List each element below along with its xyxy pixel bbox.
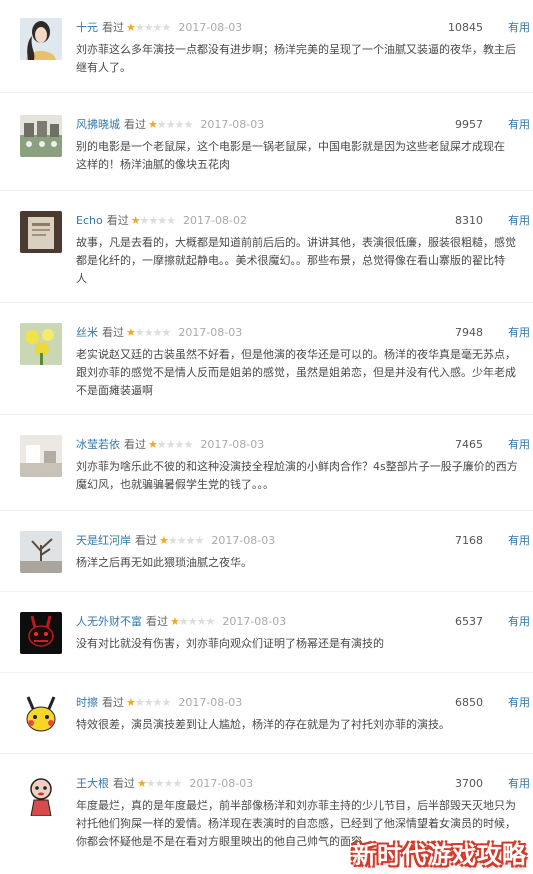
- divider: [0, 510, 533, 511]
- watched-label: 看过: [146, 615, 168, 628]
- avatar-portrait-icon: [20, 18, 62, 60]
- review-date: 2017-08-03: [222, 615, 287, 628]
- review-text: 故事，凡是去看的，大概都是知道前前后后的。讲讲其他，表演很低廉，服装很粗糙，感觉…: [76, 236, 516, 285]
- review-text: 杨洋之后再无如此猥琐油腻之夜华。: [76, 556, 252, 569]
- vote-count: 7465: [455, 438, 483, 451]
- avatar-pikachu-icon: [20, 693, 62, 735]
- vote-count: 6537: [455, 615, 483, 628]
- useful-button[interactable]: 有用: [508, 213, 530, 229]
- rating-stars: ★★★★★: [137, 777, 182, 790]
- avatar-flowers-icon: [20, 323, 62, 365]
- useful-button[interactable]: 有用: [508, 437, 530, 453]
- username-link[interactable]: 王大根: [76, 777, 109, 790]
- divider: [0, 753, 533, 754]
- review-date: 2017-08-03: [200, 118, 265, 131]
- useful-button[interactable]: 有用: [508, 117, 530, 133]
- username-link[interactable]: Echo: [76, 214, 103, 227]
- avatar[interactable]: [20, 211, 62, 253]
- rating-stars: ★★★★★: [148, 118, 193, 131]
- review-meta: 丝米 看过 ★★★★★ 2017-08-03 7948 有用: [76, 325, 533, 341]
- watched-label: 看过: [135, 534, 157, 547]
- watched-label: 看过: [124, 118, 146, 131]
- vote-count: 7948: [455, 326, 483, 339]
- divider: [0, 302, 533, 303]
- username-link[interactable]: 丝米: [76, 326, 98, 339]
- review-meta: Echo 看过 ★★★★★ 2017-08-02 8310 有用: [76, 213, 533, 229]
- review-meta: 十元 看过 ★★★★★ 2017-08-03 10845 有用: [76, 20, 533, 36]
- username-link[interactable]: 天是红河岸: [76, 534, 131, 547]
- review-date: 2017-08-03: [178, 21, 243, 34]
- review-meta: 天是红河岸 看过 ★★★★★ 2017-08-03 7168 有用: [76, 533, 533, 549]
- avatar[interactable]: [20, 435, 62, 477]
- avatar-tree-icon: [20, 531, 62, 573]
- avatar-book-icon: [20, 211, 62, 253]
- avatar[interactable]: [20, 115, 62, 157]
- username-link[interactable]: 人无外财不富: [76, 615, 142, 628]
- avatar[interactable]: [20, 612, 62, 654]
- review-meta: 王大根 看过 ★★★★★ 2017-08-03 3700 有用: [76, 776, 533, 792]
- review-text: 刘亦菲这么多年演技一点都没有进步啊；杨洋完美的呈现了一个油腻又装逼的夜华，教主后…: [76, 43, 516, 74]
- watched-label: 看过: [102, 21, 124, 34]
- avatar[interactable]: [20, 531, 62, 573]
- vote-count: 7168: [455, 534, 483, 547]
- review-date: 2017-08-02: [183, 214, 247, 227]
- useful-button[interactable]: 有用: [508, 325, 530, 341]
- rating-stars: ★★★★★: [126, 696, 171, 709]
- rating-stars: ★★★★★: [130, 214, 176, 227]
- avatar[interactable]: [20, 774, 62, 816]
- review-meta: 时擦 看过 ★★★★★ 2017-08-03 6850 有用: [76, 695, 533, 711]
- rating-stars: ★★★★★: [148, 438, 193, 451]
- divider: [0, 190, 533, 191]
- review-date: 2017-08-03: [178, 696, 243, 709]
- avatar-street-icon: [20, 115, 62, 157]
- review-date: 2017-08-03: [200, 438, 265, 451]
- review-text: 特效很差，演员演技差到让人尴尬，杨洋的存在就是为了衬托刘亦菲的演技。: [76, 718, 450, 731]
- username-link[interactable]: 冰莹若依: [76, 438, 120, 451]
- review-meta: 人无外财不富 看过 ★★★★★ 2017-08-03 6537 有用: [76, 614, 533, 630]
- review-text: 别的电影是一个老鼠屎，这个电影是一锅老鼠屎，中国电影就是因为这些老鼠屎才成现在 …: [76, 140, 505, 171]
- watched-label: 看过: [102, 696, 124, 709]
- divider: [0, 672, 533, 673]
- review-text: 没有对比就没有伤害，刘亦菲向观众们证明了杨幂还是有演技的: [76, 637, 384, 650]
- vote-count: 6850: [455, 696, 483, 709]
- review-text: 刘亦菲为啥乐此不彼的和这种没演技全程尬演的小鲜肉合作？4s整部片子一股子廉价的西…: [76, 460, 518, 491]
- avatar[interactable]: [20, 693, 62, 735]
- useful-button[interactable]: 有用: [508, 533, 530, 549]
- review-date: 2017-08-03: [211, 534, 276, 547]
- review-date: 2017-08-03: [189, 777, 254, 790]
- vote-count: 8310: [455, 214, 483, 227]
- avatar[interactable]: [20, 18, 62, 60]
- site-watermark: 新时代游戏攻略: [352, 841, 527, 869]
- rating-stars: ★★★★★: [126, 21, 171, 34]
- review-meta: 风拂晓城 看过 ★★★★★ 2017-08-03 9957 有用: [76, 117, 533, 133]
- vote-count: 10845: [448, 21, 483, 34]
- review-meta: 冰莹若依 看过 ★★★★★ 2017-08-03 7465 有用: [76, 437, 533, 453]
- divider: [0, 414, 533, 415]
- avatar-room-icon: [20, 435, 62, 477]
- rating-stars: ★★★★★: [170, 615, 215, 628]
- watched-label: 看过: [113, 777, 135, 790]
- divider: [0, 591, 533, 592]
- divider: [0, 92, 533, 93]
- rating-stars: ★★★★★: [159, 534, 204, 547]
- useful-button[interactable]: 有用: [508, 614, 530, 630]
- useful-button[interactable]: 有用: [508, 20, 530, 36]
- useful-button[interactable]: 有用: [508, 776, 530, 792]
- watched-label: 看过: [106, 214, 129, 227]
- username-link[interactable]: 风拂晓城: [76, 118, 120, 131]
- vote-count: 9957: [455, 118, 483, 131]
- review-text: 老实说赵又廷的古装虽然不好看，但是他演的夜华还是可以的。杨洋的夜华真是毫无苏点，…: [76, 348, 516, 397]
- rating-stars: ★★★★★: [126, 326, 171, 339]
- username-link[interactable]: 十元: [76, 21, 98, 34]
- username-link[interactable]: 时擦: [76, 696, 98, 709]
- avatar-doll-icon: [20, 774, 62, 816]
- vote-count: 3700: [455, 777, 483, 790]
- watched-label: 看过: [102, 326, 124, 339]
- watched-label: 看过: [124, 438, 146, 451]
- review-date: 2017-08-03: [178, 326, 243, 339]
- useful-button[interactable]: 有用: [508, 695, 530, 711]
- avatar-rabbit-icon: [20, 612, 62, 654]
- avatar[interactable]: [20, 323, 62, 365]
